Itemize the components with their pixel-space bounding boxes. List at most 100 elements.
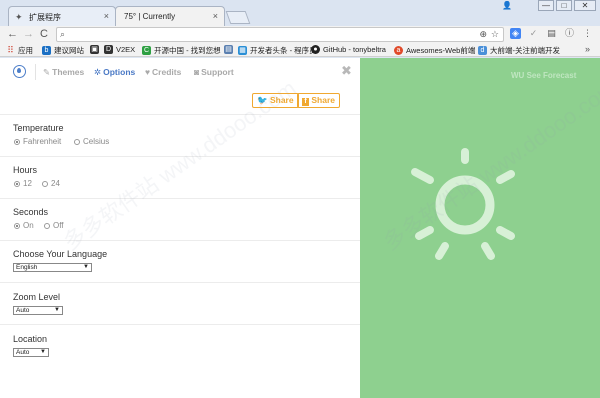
options-panel: ✎ Themes ✲ Options ♥ Credits ◙ Support ✖ 🐦 S… xyxy=(0,58,360,398)
tab-themes[interactable]: ✎ Themes xyxy=(43,67,84,78)
window-close-button[interactable]: ✕ xyxy=(574,0,596,11)
bookmark-doc[interactable]: ▤ xyxy=(224,45,233,54)
browser-toolbar: ← → C ⌕ ⊕ ☆ ◈ ✓ ▤ ⓘ ⋮ xyxy=(0,26,600,43)
twitter-icon: 🐦 xyxy=(257,95,268,105)
window-controls: — □ ✕ xyxy=(538,0,596,12)
radio-unchecked[interactable] xyxy=(44,222,50,229)
select-value: Auto xyxy=(16,307,30,314)
option-label: 24 xyxy=(51,179,60,188)
bookmark-page[interactable]: ▣ xyxy=(90,45,99,54)
zoom-select[interactable]: Auto ▼ xyxy=(13,306,63,315)
profile-icon[interactable]: 👤 xyxy=(502,1,512,10)
puzzle-icon: ✦ xyxy=(15,12,23,22)
tab-options[interactable]: ✲ Options xyxy=(94,67,135,78)
bookmark-label: 大前端-关注前端开发 xyxy=(490,46,560,55)
page-content: ✎ Themes ✲ Options ♥ Credits ◙ Support ✖ 🐦 S… xyxy=(0,58,600,398)
twitter-share-button[interactable]: 🐦 Share xyxy=(252,93,299,108)
clipboard-icon[interactable]: ▤ xyxy=(546,28,557,39)
fahrenheit-option[interactable]: Fahrenheit xyxy=(14,137,61,146)
tab-support[interactable]: ◙ Support xyxy=(194,67,234,77)
wu-logo: WU xyxy=(511,71,525,80)
hours-label: Hours xyxy=(13,165,38,175)
bookmarks-bar: ⠿ 应用 b 建议网站 ▣ D V2EX C 开源中国 - 找到您想 ▤ ▦ 开… xyxy=(0,43,600,57)
brush-icon: ✎ xyxy=(43,67,51,77)
tab-title: 扩展程序 xyxy=(29,13,61,22)
target-icon[interactable]: ⊕ xyxy=(479,29,487,40)
radio-checked[interactable] xyxy=(14,222,20,229)
bookmark-toutiao[interactable]: ▦ 开发者头条 - 程序员 xyxy=(238,45,317,56)
bookmark-v2ex[interactable]: D V2EX xyxy=(104,45,135,54)
share-label: Share xyxy=(269,95,294,105)
radio-checked[interactable] xyxy=(14,180,20,187)
bookmarks-more-button[interactable]: » xyxy=(585,44,590,54)
star-icon[interactable]: ☆ xyxy=(491,29,499,40)
chevron-down-icon: ▼ xyxy=(40,349,46,355)
option-label: Celsius xyxy=(83,137,110,146)
tab-close-button[interactable]: × xyxy=(104,11,109,21)
tab-extensions[interactable]: ✦ 扩展程序 × xyxy=(8,6,116,26)
separator xyxy=(0,240,360,241)
language-label: Choose Your Language xyxy=(13,249,108,259)
seconds-off-option[interactable]: Off xyxy=(44,221,64,230)
tab-credits[interactable]: ♥ Credits xyxy=(145,67,181,77)
bookmark-apps[interactable]: ⠿ 应用 xyxy=(6,45,33,56)
bookmark-label: GitHub - tonybeltra xyxy=(323,45,386,54)
bookmark-dqd[interactable]: d 大前端-关注前端开发 xyxy=(478,45,560,56)
bookmark-label: 开发者头条 - 程序员 xyxy=(250,46,317,55)
seconds-on-option[interactable]: On xyxy=(14,221,34,230)
hours-24-option[interactable]: 24 xyxy=(42,179,60,188)
see-forecast-link[interactable]: WU See Forecast xyxy=(511,71,576,80)
facebook-share-button[interactable]: f Share xyxy=(297,93,340,108)
bookmark-label: Awesomes-Web前端 xyxy=(406,46,476,55)
forward-button[interactable]: → xyxy=(23,28,34,41)
chevron-down-icon: ▼ xyxy=(54,307,60,313)
separator xyxy=(0,198,360,199)
tab-close-button[interactable]: × xyxy=(213,11,218,21)
v2ex-icon: D xyxy=(104,45,113,54)
back-button[interactable]: ← xyxy=(7,28,18,41)
option-label: Off xyxy=(53,221,64,230)
separator xyxy=(0,324,360,325)
menu-icon[interactable]: ⋮ xyxy=(582,28,593,39)
nav-label: Themes xyxy=(52,67,85,77)
option-label: On xyxy=(23,221,34,230)
chrome-store-icon[interactable]: ◈ xyxy=(510,28,521,39)
hours-12-option[interactable]: 12 xyxy=(14,179,32,188)
new-tab-button[interactable] xyxy=(225,11,251,24)
celsius-option[interactable]: Celsius xyxy=(74,137,109,146)
github-icon: ● xyxy=(311,45,320,54)
url-input[interactable] xyxy=(71,29,471,40)
tab-strip: ✦ 扩展程序 × 75° | Currently × 👤 — □ ✕ xyxy=(0,0,600,26)
heart-icon: ♥ xyxy=(145,67,151,77)
separator xyxy=(0,114,360,115)
bookmark-oschina[interactable]: C 开源中国 - 找到您想 xyxy=(142,45,221,56)
toutiao-icon: ▦ xyxy=(238,46,247,55)
address-bar[interactable]: ⌕ ⊕ ☆ xyxy=(56,27,504,42)
close-panel-button[interactable]: ✖ xyxy=(341,63,352,79)
tab-title: 75° | Currently xyxy=(124,12,176,21)
sun-icon xyxy=(411,148,515,260)
bookmark-github[interactable]: ● GitHub - tonybeltra xyxy=(311,45,386,54)
currently-logo-icon xyxy=(13,65,26,78)
reload-button[interactable]: C xyxy=(40,28,48,41)
language-select[interactable]: English ▼ xyxy=(13,263,92,272)
select-value: Auto xyxy=(16,349,30,356)
info-icon[interactable]: ⓘ xyxy=(564,28,575,39)
tab-currently[interactable]: 75° | Currently × xyxy=(115,6,225,26)
maximize-button[interactable]: □ xyxy=(556,0,572,11)
radio-unchecked[interactable] xyxy=(74,138,80,145)
location-select[interactable]: Auto ▼ xyxy=(13,348,49,357)
minimize-button[interactable]: — xyxy=(538,0,554,11)
check-icon[interactable]: ✓ xyxy=(528,28,539,39)
bookmark-awesomes[interactable]: a Awesomes-Web前端 xyxy=(394,45,475,56)
nav-divider xyxy=(35,64,36,80)
bookmark-label: 应用 xyxy=(18,46,33,55)
radio-checked[interactable] xyxy=(14,138,20,145)
apps-grid-icon: ⠿ xyxy=(7,45,14,55)
page-icon: ▣ xyxy=(90,45,99,54)
radio-unchecked[interactable] xyxy=(42,180,48,187)
nav-label: Options xyxy=(103,67,136,77)
bookmark-suggest[interactable]: b 建议网站 xyxy=(42,45,84,56)
bookmark-label: 开源中国 - 找到您想 xyxy=(154,46,221,55)
suggest-icon: b xyxy=(42,46,51,55)
